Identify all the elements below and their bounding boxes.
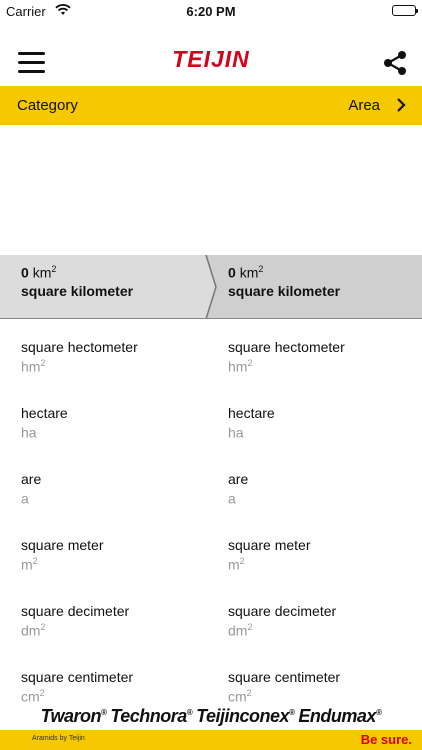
unit-name: square decimeter <box>228 603 337 619</box>
list-item: hectare ha hectare ha <box>0 385 422 451</box>
to-unit-option[interactable]: are a <box>228 471 248 507</box>
to-unit-option[interactable]: square centimeter cm2 <box>228 669 340 702</box>
unit-name: square meter <box>21 537 104 553</box>
unit-name: square centimeter <box>228 669 341 685</box>
unit-name: square centimeter <box>21 669 134 685</box>
unit-name: square meter <box>228 537 311 553</box>
unit-symbol: ha <box>228 424 244 441</box>
unit-symbol: dm2 <box>21 622 46 639</box>
clock: 6:20 PM <box>186 4 236 19</box>
from-unit-option[interactable]: square decimeter dm2 <box>21 603 129 639</box>
teijin-logo: TEIJIN <box>0 48 422 75</box>
list-item: square hectometer hm2 square hectometer … <box>0 319 422 385</box>
footer-bar: Aramids by Teijin Be sure. <box>0 730 422 750</box>
category-value: Area <box>348 97 380 114</box>
from-unit-option[interactable]: square centimeter cm2 <box>21 669 133 702</box>
battery-icon <box>392 5 418 16</box>
from-unit-cell[interactable]: 0 km2 square kilometer <box>21 264 133 299</box>
from-value: 0 km2 <box>21 264 57 281</box>
brand-strip: Twaron® Technora® Teijinconex® Endumax® <box>0 702 422 730</box>
brand-technora: Technora® <box>110 705 193 726</box>
unit-name: square hectometer <box>21 339 138 355</box>
list-item: square decimeter dm2 square decimeter dm… <box>0 583 422 649</box>
aramids-label: Aramids by Teijin <box>32 735 85 742</box>
unit-symbol: a <box>228 490 236 507</box>
from-unit-name: square kilometer <box>21 282 134 299</box>
from-unit-option[interactable]: hectare ha <box>21 405 68 441</box>
list-item: are a are a <box>0 451 422 517</box>
unit-name: are <box>228 471 249 487</box>
chevron-right-icon <box>396 97 406 118</box>
to-unit-option[interactable]: square hectometer hm2 <box>228 339 345 375</box>
unit-symbol: m2 <box>21 556 38 573</box>
unit-name: are <box>21 471 42 487</box>
unit-symbol: hm2 <box>228 358 253 375</box>
unit-name: square decimeter <box>21 603 130 619</box>
list-item: square centimeter cm2 square centimeter … <box>0 649 422 702</box>
input-area[interactable] <box>0 125 422 255</box>
brand-endumax: Endumax® <box>298 705 382 726</box>
unit-name: hectare <box>21 405 68 421</box>
category-label: Category <box>17 97 78 114</box>
from-unit-option[interactable]: are a <box>21 471 41 507</box>
unit-symbol: ha <box>21 424 37 441</box>
brand-teijinconex: Teijinconex® <box>196 705 295 726</box>
unit-list[interactable]: square hectometer hm2 square hectometer … <box>0 319 422 702</box>
to-unit-option[interactable]: hectare ha <box>228 405 275 441</box>
from-unit-option[interactable]: square hectometer hm2 <box>21 339 138 375</box>
status-bar: Carrier 6:20 PM <box>0 0 422 22</box>
list-item: square meter m2 square meter m2 <box>0 517 422 583</box>
unit-symbol: cm2 <box>228 688 252 702</box>
share-icon[interactable] <box>380 48 410 78</box>
category-selector[interactable]: Category Area <box>0 86 422 125</box>
to-unit-name: square kilometer <box>228 282 341 299</box>
to-unit-option[interactable]: square meter m2 <box>228 537 310 573</box>
brand-twaron: Twaron® <box>40 705 107 726</box>
unit-symbol: hm2 <box>21 358 46 375</box>
unit-name: square hectometer <box>228 339 345 355</box>
svg-text:TEIJIN: TEIJIN <box>172 48 250 70</box>
to-unit-cell[interactable]: 0 km2 square kilometer <box>228 264 340 299</box>
unit-symbol: dm2 <box>228 622 253 639</box>
app-header: TEIJIN <box>0 22 422 86</box>
unit-symbol: cm2 <box>21 688 45 702</box>
selected-conversion-row: 0 km2 square kilometer 0 km2 square kilo… <box>0 255 422 319</box>
unit-symbol: m2 <box>228 556 245 573</box>
to-value: 0 km2 <box>228 264 264 281</box>
tagline: Be sure. <box>360 732 412 747</box>
from-unit-option[interactable]: square meter m2 <box>21 537 103 573</box>
unit-symbol: a <box>21 490 29 507</box>
to-unit-option[interactable]: square decimeter dm2 <box>228 603 336 639</box>
unit-name: hectare <box>228 405 275 421</box>
